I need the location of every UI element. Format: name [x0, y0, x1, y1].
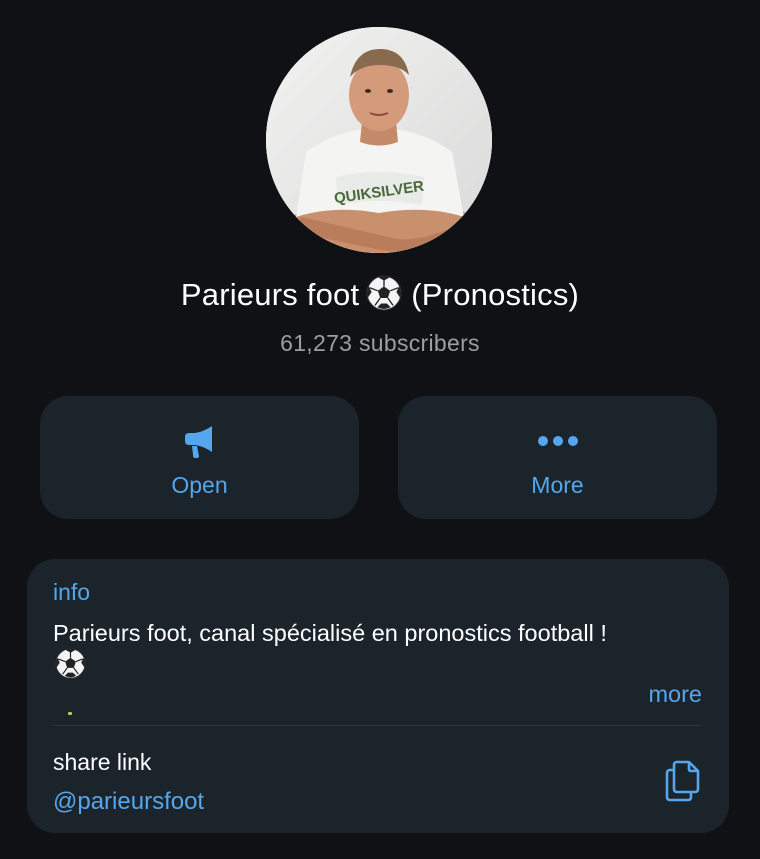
- open-button[interactable]: Open: [40, 396, 359, 519]
- copy-icon[interactable]: [663, 759, 703, 803]
- info-description[interactable]: Parieurs foot, canal spécialisé en prono…: [53, 618, 713, 649]
- more-button[interactable]: More: [398, 396, 717, 519]
- soccer-ball-icon: [54, 647, 87, 680]
- ellipsis-icon: [537, 434, 579, 452]
- channel-name-suffix: (Pronostics): [411, 276, 580, 312]
- avatar-photo: QUIKSILVER: [266, 27, 492, 253]
- open-button-label: Open: [171, 472, 228, 498]
- share-link-handle[interactable]: @parieursfoot: [53, 788, 204, 816]
- channel-title: Parieurs foot (Pronostics): [0, 275, 760, 314]
- info-label: info: [53, 579, 91, 605]
- more-button-label: More: [531, 472, 584, 498]
- share-link-label: share link: [53, 749, 152, 775]
- channel-name: Parieurs foot: [180, 276, 360, 312]
- megaphone-icon: [181, 422, 219, 465]
- divider: [53, 725, 703, 726]
- channel-avatar[interactable]: QUIKSILVER: [266, 27, 492, 253]
- soccer-ball-icon: [365, 274, 403, 312]
- info-more-link[interactable]: more: [648, 681, 702, 708]
- truncated-text-fragment: [68, 712, 72, 715]
- info-card: info Parieurs foot, canal spécialisé en …: [27, 559, 729, 833]
- subscriber-count: 61,273 subscribers: [280, 330, 480, 356]
- channel-profile-page: QUIKSILVER Parieurs foot (Pronostics) 61…: [0, 0, 760, 859]
